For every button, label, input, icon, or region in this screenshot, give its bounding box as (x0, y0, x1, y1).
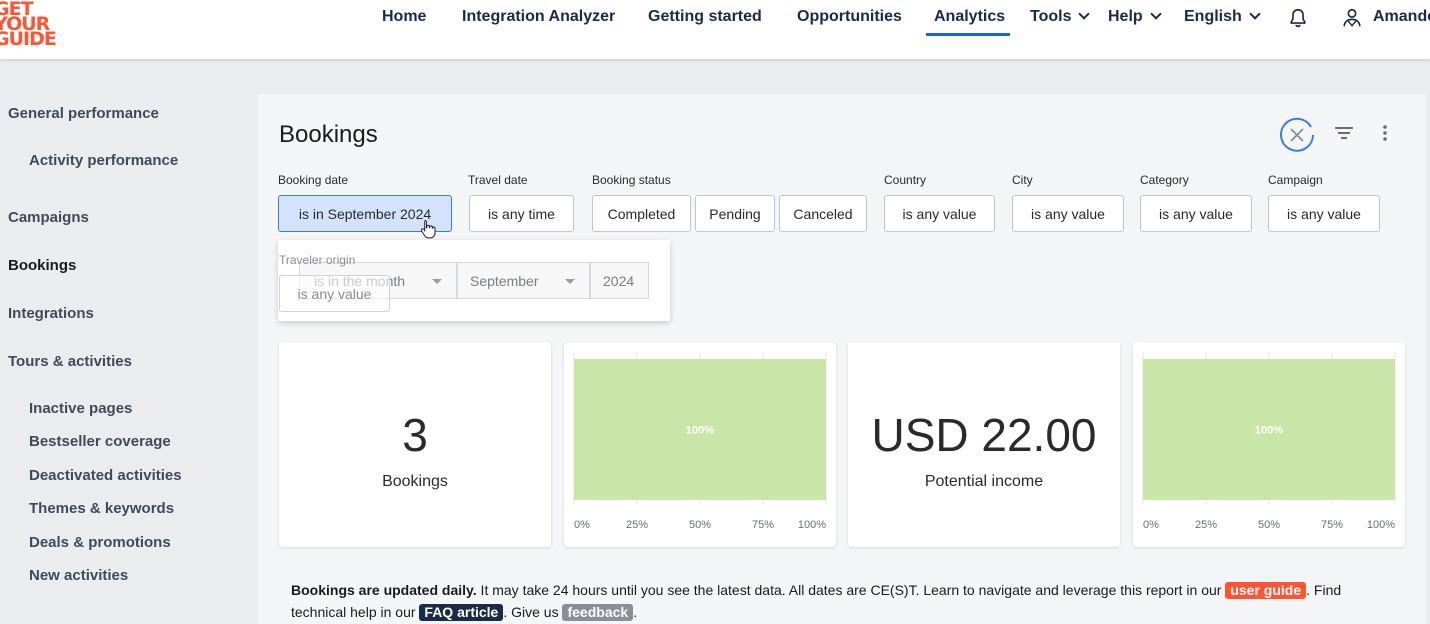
travel-date-filter-button[interactable]: is any time (469, 195, 574, 232)
filter-label-booking-date: Booking date (278, 173, 349, 187)
sidebar-item-deactivated-activities[interactable]: Deactivated activities (29, 467, 182, 484)
chevron-down-icon (1078, 8, 1091, 20)
faq-article-link[interactable]: FAQ article (419, 604, 504, 621)
chart-tick-label: 0% (1143, 519, 1159, 531)
city-filter-button[interactable]: is any value (1012, 195, 1124, 232)
chart-data-label: 100% (1255, 425, 1283, 437)
sidebar-item-integrations[interactable]: Integrations (8, 305, 94, 322)
more-vertical-icon[interactable] (1382, 123, 1388, 143)
filter-label-traveler-origin: Traveler origin (279, 253, 356, 267)
nav-language[interactable]: English (1184, 8, 1261, 28)
country-filter-button[interactable]: is any value (884, 195, 995, 232)
status-pending-button[interactable]: Pending (695, 195, 775, 232)
sidebar-item-activity-performance[interactable]: Activity performance (29, 152, 178, 169)
caret-down-icon (432, 279, 442, 284)
income-label: Potential income (924, 473, 1044, 490)
close-circle-icon[interactable] (1278, 116, 1316, 154)
chart-tick-label: 75% (752, 519, 774, 531)
bookings-label: Bookings (382, 473, 448, 490)
footer-bold-lead: Bookings are updated daily. (291, 582, 477, 598)
nav-home[interactable]: Home (382, 8, 426, 28)
bookings-share-chart-card: 100% 0% 25% 50% 75% 100% (564, 342, 836, 547)
sidebar-item-general-performance[interactable]: General performance (8, 105, 159, 122)
hand-cursor-icon (420, 220, 436, 239)
sidebar-item-tours-activities[interactable]: Tours & activities (8, 353, 132, 370)
page-title: Bookings (279, 121, 378, 148)
date-month-select[interactable]: September (457, 262, 590, 299)
footer-text-1: It may take 24 hours until you see the l… (476, 582, 1226, 598)
filter-label-city: City (1012, 173, 1033, 187)
footer-text-4: . (633, 604, 638, 620)
chart-tick-label: 50% (1258, 519, 1280, 531)
top-navigation-bar: GET YOUR GUIDE Home Integration Analyzer… (0, 0, 1430, 60)
footer-note: Bookings are updated daily. It may take … (291, 579, 1391, 623)
filter-label-booking-status: Booking status (592, 173, 671, 187)
filter-icon[interactable] (1335, 125, 1353, 141)
chart-tick-label: 25% (626, 519, 648, 531)
bookings-share-chart: 100% 0% 25% 50% 75% 100% (573, 352, 827, 531)
user-icon[interactable] (1341, 7, 1363, 29)
footer-text-3: . Give us (503, 604, 563, 620)
status-canceled-button[interactable]: Canceled (779, 195, 867, 232)
sidebar-item-new-activities[interactable]: New activities (29, 567, 128, 584)
logo-line-3: GUIDE (0, 28, 57, 50)
nav-opportunities[interactable]: Opportunities (797, 8, 902, 28)
sidebar-item-inactive-pages[interactable]: Inactive pages (29, 400, 132, 417)
chevron-down-icon (1249, 8, 1261, 20)
getyourguide-logo[interactable]: GET YOUR GUIDE (0, 0, 74, 50)
bookings-count: 3 (402, 409, 428, 461)
campaign-filter-button[interactable]: is any value (1268, 195, 1380, 232)
nav-integration-analyzer[interactable]: Integration Analyzer (462, 8, 615, 28)
nav-tools[interactable]: Tools (1030, 8, 1091, 28)
income-kpi-card: USD 22.00 Potential income (848, 342, 1120, 547)
filter-label-travel-date: Travel date (468, 173, 528, 187)
chart-tick-label: 0% (574, 519, 590, 531)
sidebar-item-themes-keywords[interactable]: Themes & keywords (29, 500, 174, 517)
sidebar-item-campaigns[interactable]: Campaigns (8, 209, 89, 226)
active-nav-indicator (926, 33, 1010, 36)
sidebar: General performance Activity performance… (0, 60, 250, 624)
nav-getting-started[interactable]: Getting started (648, 8, 762, 28)
category-filter-button[interactable]: is any value (1140, 195, 1252, 232)
nav-analytics[interactable]: Analytics (934, 8, 1005, 28)
bell-icon[interactable] (1287, 7, 1309, 29)
filter-label-campaign: Campaign (1268, 173, 1323, 187)
chart-tick-label: 25% (1195, 519, 1217, 531)
status-completed-button[interactable]: Completed (592, 195, 691, 232)
chart-data-label: 100% (686, 425, 714, 437)
income-share-chart-card: 100% 0% 25% 50% 75% 100% (1133, 342, 1405, 547)
sidebar-item-bestseller-coverage[interactable]: Bestseller coverage (29, 433, 171, 450)
filter-label-country: Country (884, 173, 927, 187)
sidebar-item-bookings[interactable]: Bookings (8, 257, 76, 274)
income-amount: USD 22.00 (871, 409, 1097, 461)
chart-tick-label: 75% (1321, 519, 1343, 531)
chart-tick-label: 50% (689, 519, 711, 531)
date-year-input[interactable]: 2024 (590, 262, 649, 299)
feedback-link[interactable]: feedback (562, 604, 634, 621)
user-guide-link[interactable]: user guide (1225, 582, 1307, 599)
bookings-kpi-card: 3 Bookings (279, 342, 551, 547)
user-name[interactable]: Amande (1373, 8, 1430, 28)
income-share-chart: 100% 0% 25% 50% 75% 100% (1142, 352, 1396, 531)
chart-tick-label: 100% (798, 519, 826, 531)
traveler-origin-filter-button[interactable]: is any value (279, 275, 390, 312)
chevron-down-icon (1150, 8, 1162, 20)
filter-label-category: Category (1140, 173, 1189, 187)
nav-help[interactable]: Help (1108, 8, 1162, 28)
caret-down-icon (565, 279, 575, 284)
chart-tick-label: 100% (1367, 519, 1395, 531)
sidebar-item-deals-promotions[interactable]: Deals & promotions (29, 534, 171, 551)
